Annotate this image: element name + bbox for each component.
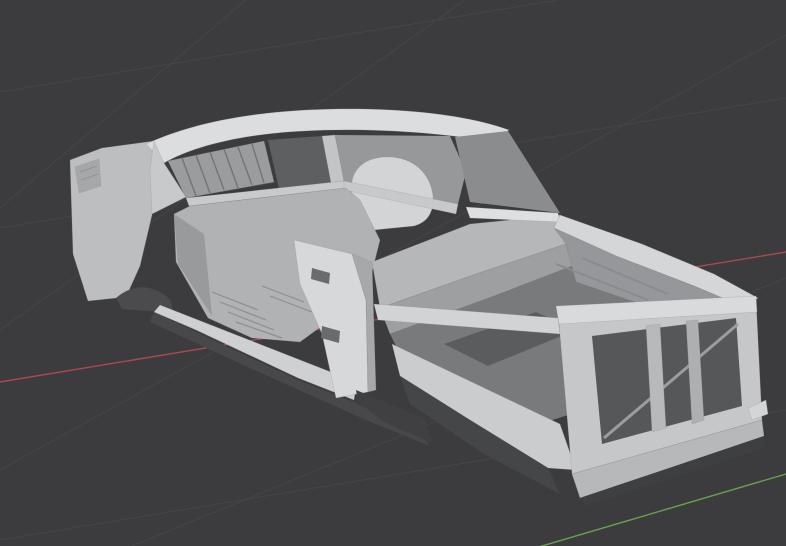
blender-3d-viewport[interactable]: [0, 0, 786, 546]
quarter-window-opening: [268, 136, 331, 189]
